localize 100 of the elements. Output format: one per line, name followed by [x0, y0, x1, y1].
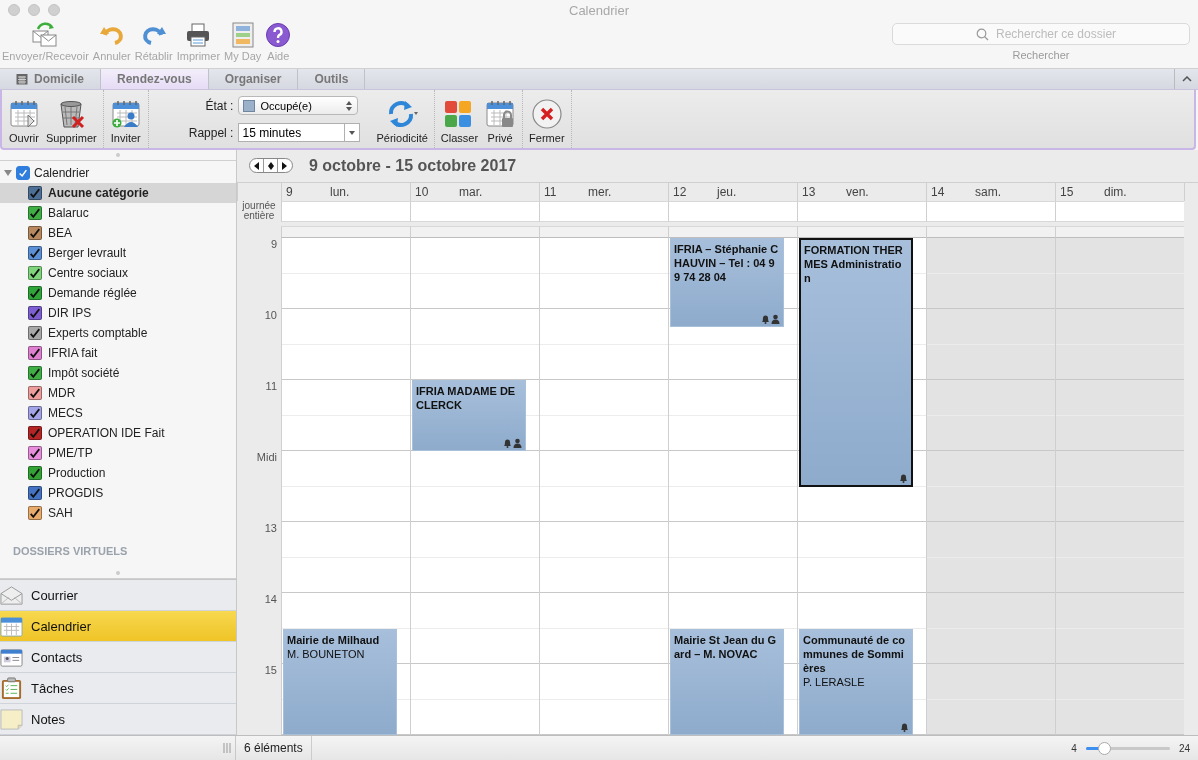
- day-number[interactable]: 9: [286, 184, 330, 199]
- all-day-cell[interactable]: [410, 201, 539, 222]
- category-row[interactable]: BEA: [0, 223, 236, 243]
- navigation-button[interactable]: Courrier: [0, 580, 236, 611]
- calendar-event[interactable]: Mairie St Jean du Gard – M. NOVAC: [670, 628, 784, 735]
- category-checkbox[interactable]: [28, 426, 42, 440]
- calendar-event[interactable]: IFRIA – Stéphanie CHAUVIN – Tel : 04 99 74 28 04: [670, 238, 784, 327]
- time-slot[interactable]: [797, 225, 926, 238]
- category-row[interactable]: DIR IPS: [0, 303, 236, 323]
- person-icon: [513, 438, 522, 448]
- category-row[interactable]: PME/TP: [0, 443, 236, 463]
- category-checkbox[interactable]: [28, 186, 42, 200]
- category-checkbox[interactable]: [28, 366, 42, 380]
- reminder-field[interactable]: 15 minutes: [238, 123, 345, 142]
- category-checkbox[interactable]: [28, 446, 42, 460]
- day-number[interactable]: 13: [802, 184, 846, 199]
- ribbon-button[interactable]: Ouvrir: [8, 98, 40, 144]
- ribbon-button[interactable]: Fermer: [529, 98, 565, 144]
- checkbox[interactable]: [16, 166, 30, 180]
- category-checkbox[interactable]: [28, 346, 42, 360]
- category-row[interactable]: Impôt société: [0, 363, 236, 383]
- resize-handle-icon[interactable]: [223, 743, 231, 753]
- category-label: PME/TP: [48, 446, 93, 460]
- all-day-cell[interactable]: [281, 201, 410, 222]
- category-row[interactable]: MDR: [0, 383, 236, 403]
- category-checkbox[interactable]: [28, 466, 42, 480]
- navigation-button[interactable]: Contacts: [0, 642, 236, 673]
- all-day-cell[interactable]: [539, 201, 668, 222]
- time-slot[interactable]: [539, 225, 668, 238]
- category-row[interactable]: IFRIA fait: [0, 343, 236, 363]
- day-column[interactable]: IFRIA – Stéphanie CHAUVIN – Tel : 04 99 74 28 04 Mairie St Jean du Gard – M. NOVAC: [668, 238, 797, 735]
- day-number[interactable]: 10: [415, 184, 459, 199]
- time-slot[interactable]: [1055, 225, 1184, 238]
- category-row[interactable]: Aucune catégorie: [0, 183, 236, 203]
- calendar-event[interactable]: IFRIA MADAME DE CLERCK: [412, 380, 526, 451]
- category-checkbox[interactable]: [28, 266, 42, 280]
- caret-icon: [348, 129, 357, 136]
- all-day-cell[interactable]: [1055, 201, 1184, 222]
- category-checkbox[interactable]: [28, 206, 42, 220]
- category-checkbox[interactable]: [28, 506, 42, 520]
- calendar-event[interactable]: Communauté de communes de Sommières P. LERASLE: [799, 628, 913, 735]
- category-checkbox[interactable]: [28, 246, 42, 260]
- category-row[interactable]: Experts comptable: [0, 323, 236, 343]
- ribbon-tab[interactable]: Rendez-vous: [101, 69, 209, 89]
- category-checkbox[interactable]: [28, 326, 42, 340]
- category-row[interactable]: Production: [0, 463, 236, 483]
- tree-item-label[interactable]: Calendrier: [34, 166, 90, 180]
- ribbon-button[interactable]: Supprimer: [46, 98, 97, 144]
- category-checkbox[interactable]: [28, 406, 42, 420]
- day-number[interactable]: 15: [1060, 184, 1104, 199]
- time-slot[interactable]: [668, 225, 797, 238]
- search-field[interactable]: Rechercher ce dossier: [892, 23, 1190, 45]
- category-row[interactable]: Balaruc: [0, 203, 236, 223]
- section-header: DOSSIERS VIRTUELS: [12, 544, 129, 559]
- category-label: Balaruc: [48, 206, 89, 220]
- day-number[interactable]: 12: [673, 184, 717, 199]
- navigation-button[interactable]: Calendrier: [0, 611, 236, 642]
- category-row[interactable]: SAH: [0, 503, 236, 523]
- category-label: PROGDIS: [48, 486, 104, 500]
- slider-thumb[interactable]: [1098, 741, 1112, 755]
- category-row[interactable]: MECS: [0, 403, 236, 423]
- navigation-button[interactable]: Tâches: [0, 673, 236, 704]
- category-checkbox[interactable]: [28, 286, 42, 300]
- hour-label: 10: [264, 309, 277, 321]
- category-row[interactable]: Berger levrault: [0, 243, 236, 263]
- category-checkbox[interactable]: [28, 386, 42, 400]
- all-day-cell[interactable]: [668, 201, 797, 222]
- category-checkbox[interactable]: [28, 226, 42, 240]
- time-slot[interactable]: [281, 225, 410, 238]
- all-day-cell[interactable]: [797, 201, 926, 222]
- category-row[interactable]: OPERATION IDE Fait: [0, 423, 236, 443]
- disclosure-triangle[interactable]: [4, 169, 12, 177]
- time-slot[interactable]: [926, 225, 1055, 238]
- calendar-lock-icon: [484, 98, 517, 130]
- category-row[interactable]: PROGDIS: [0, 483, 236, 503]
- ribbon-button[interactable]: Périodicité: [376, 98, 428, 144]
- ribbon-button[interactable]: Inviter: [109, 98, 142, 144]
- category-row[interactable]: Centre sociaux: [0, 263, 236, 283]
- ribbon-button[interactable]: Privé: [484, 98, 517, 144]
- day-column[interactable]: FORMATION THERMES Administration Communauté de communes de Sommières P. LERASLE: [797, 238, 926, 735]
- all-day-cell[interactable]: [926, 201, 1055, 222]
- day-column[interactable]: Mairie de Milhaud M. BOUNETON: [281, 238, 410, 735]
- ribbon-button[interactable]: Classer: [440, 98, 479, 144]
- search-label: Rechercher: [1012, 49, 1070, 61]
- stepper-icon: [345, 99, 354, 112]
- category-label: Aucune catégorie: [48, 186, 149, 200]
- dropdown-button[interactable]: [344, 123, 361, 142]
- category-checkbox[interactable]: [28, 306, 42, 320]
- category-checkbox[interactable]: [28, 486, 42, 500]
- calendar-event[interactable]: FORMATION THERMES Administration: [799, 238, 913, 487]
- event-title: IFRIA MADAME DE CLERCK: [416, 384, 517, 412]
- calendar-event[interactable]: Mairie de Milhaud M. BOUNETON: [283, 628, 397, 735]
- status-dropdown[interactable]: Occupé(e): [238, 96, 359, 115]
- time-slot[interactable]: [410, 225, 539, 238]
- day-number[interactable]: 14: [931, 184, 975, 199]
- all-day-label: journée entière: [241, 201, 277, 222]
- day-column[interactable]: IFRIA MADAME DE CLERCK: [410, 238, 539, 735]
- navigation-button[interactable]: Notes: [0, 704, 236, 735]
- day-number[interactable]: 11: [544, 184, 588, 199]
- category-row[interactable]: Demande réglée: [0, 283, 236, 303]
